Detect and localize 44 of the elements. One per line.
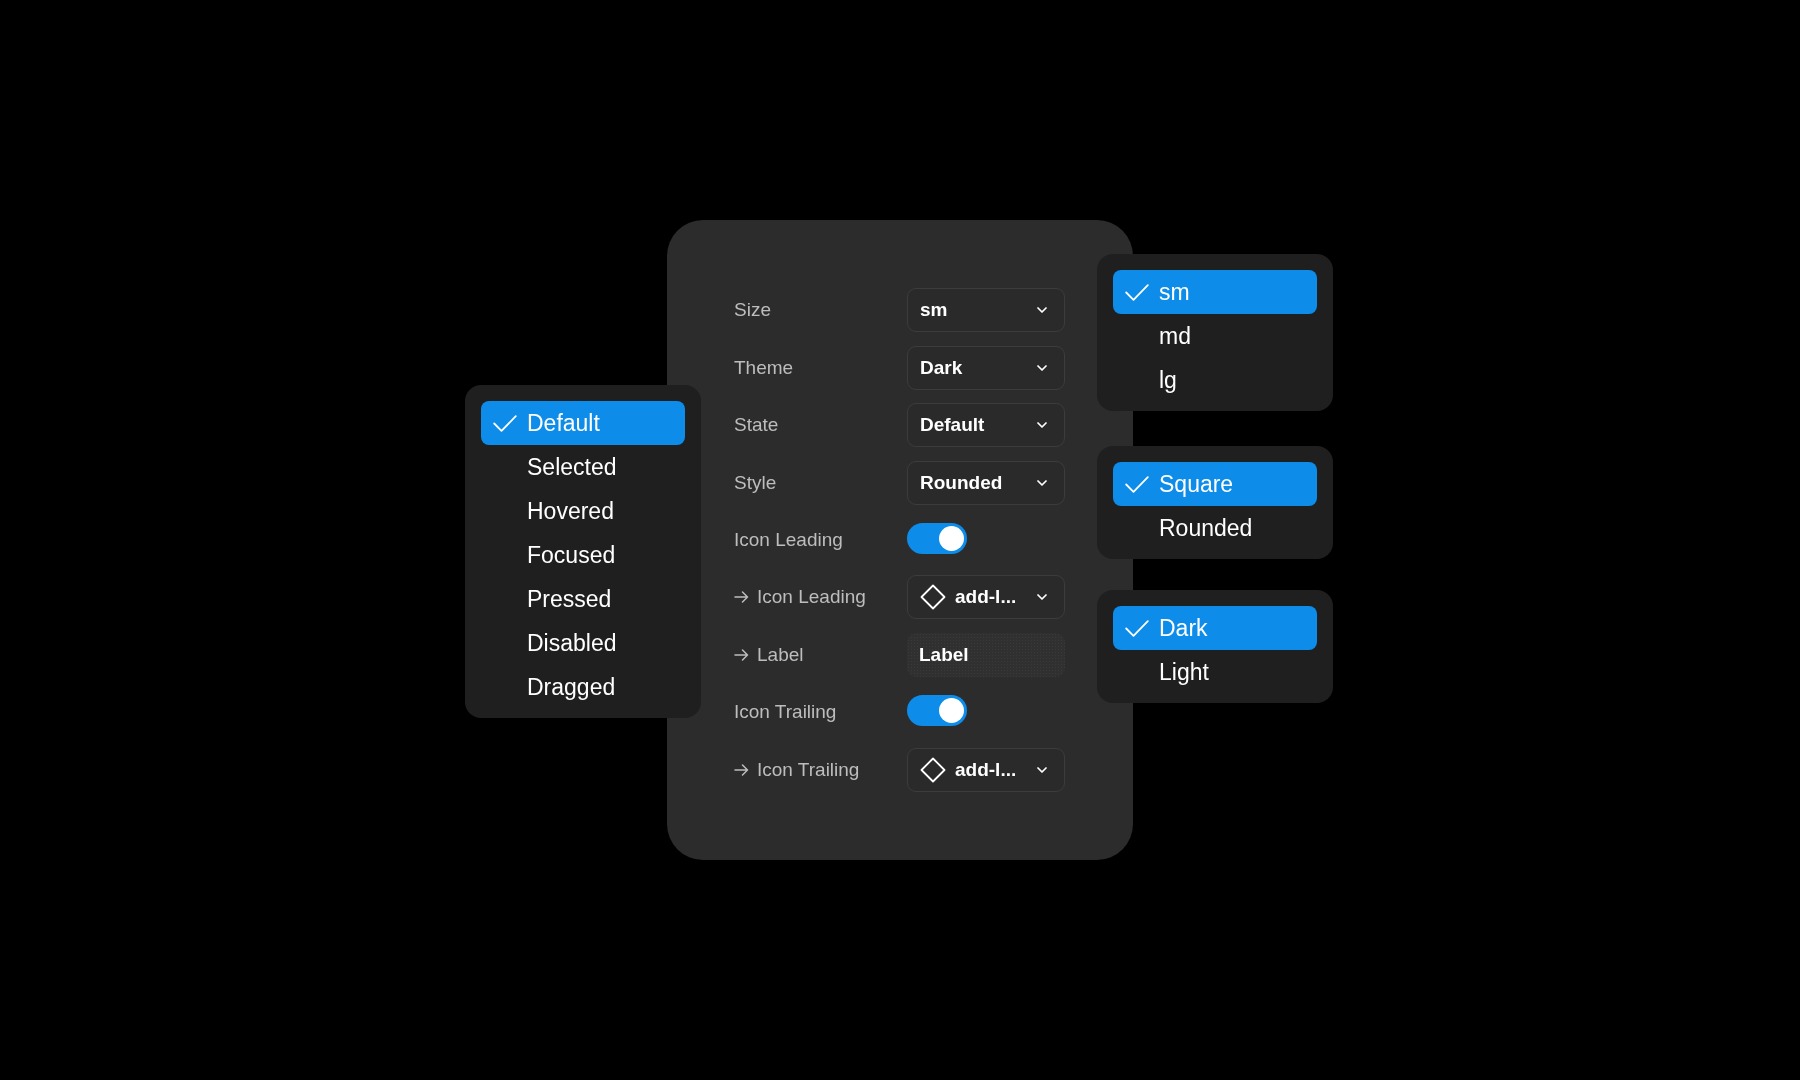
property-label: State (734, 414, 779, 437)
property-label: Size (734, 299, 771, 322)
icon-dropdown-select[interactable]: add-l... (907, 747, 1065, 792)
property-label: Icon Leading (734, 529, 843, 551)
check-icon (493, 414, 517, 432)
chevron-down-icon (1037, 479, 1047, 486)
menu-item[interactable]: Selected (481, 445, 685, 490)
menu-item[interactable]: Light (1113, 650, 1317, 695)
diamond-icon (920, 756, 946, 783)
menu-item[interactable]: Dragged (481, 665, 685, 710)
check-icon (1125, 475, 1149, 493)
menu-item[interactable]: Focused (481, 533, 685, 578)
toggle-switch[interactable] (907, 694, 967, 726)
chevron-down-icon (1037, 422, 1047, 429)
property-label: Icon Leading (757, 586, 866, 609)
menu-item[interactable]: Hovered (481, 489, 685, 534)
check-icon (1125, 283, 1149, 301)
menu-item[interactable]: Square (1113, 462, 1317, 507)
menu-item[interactable]: Pressed (481, 577, 685, 622)
diamond-icon (920, 584, 946, 611)
check-icon (1125, 619, 1149, 637)
property-label: Theme (734, 356, 794, 379)
text-field[interactable]: Label (907, 632, 1065, 677)
property-label: Icon Trailing (757, 758, 860, 781)
dropdown-select[interactable]: sm (907, 288, 1065, 333)
menu-item[interactable]: Rounded (1113, 506, 1317, 551)
property-label: Label (757, 643, 804, 666)
chevron-down-icon (1037, 307, 1047, 314)
toggle-switch[interactable] (907, 522, 967, 554)
chevron-down-icon (1037, 594, 1047, 601)
menu-item[interactable]: Default (481, 401, 685, 446)
dropdown-select[interactable]: Rounded (907, 460, 1065, 505)
menu-item[interactable]: sm (1113, 270, 1317, 315)
chevron-down-icon (1037, 766, 1047, 773)
menu-item[interactable]: Dark (1113, 606, 1317, 651)
menu-item[interactable]: md (1113, 314, 1317, 359)
dropdown-select[interactable]: Default (907, 403, 1065, 448)
property-label: Style (734, 471, 777, 494)
icon-dropdown-select[interactable]: add-l... (907, 575, 1065, 620)
chevron-down-icon (1037, 364, 1047, 371)
property-label: Icon Trailing (734, 701, 837, 724)
dropdown-select[interactable]: Dark (907, 345, 1065, 390)
menu-item[interactable]: Disabled (481, 621, 685, 666)
menu-item[interactable]: lg (1113, 358, 1317, 403)
